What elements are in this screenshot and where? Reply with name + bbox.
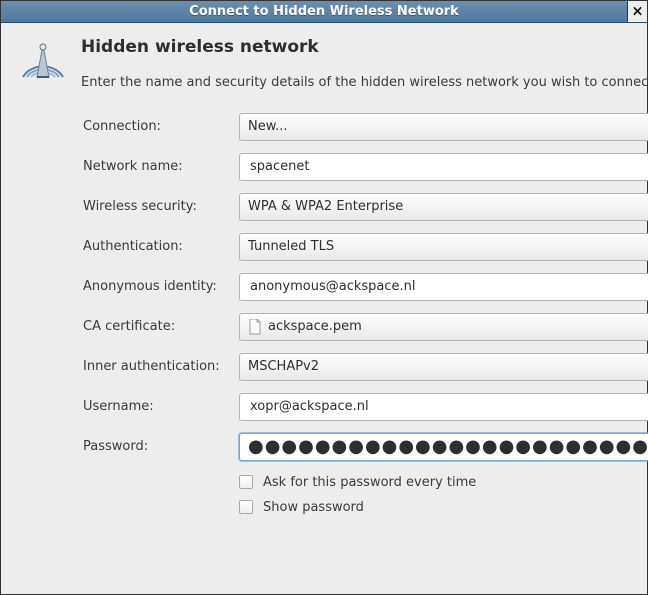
main-column: Hidden wireless network Enter the name a… [81, 37, 648, 580]
inner-auth-value: MSCHAPv2 [248, 359, 319, 374]
window-title: Connect to Hidden Wireless Network [189, 4, 459, 19]
security-combo[interactable]: WPA & WPA2 Enterprise ▾ [239, 193, 648, 221]
anon-identity-input[interactable] [239, 273, 648, 301]
inner-auth-label: Inner authentication: [81, 359, 231, 374]
show-password-label: Show password [263, 500, 364, 515]
network-name-label: Network name: [81, 159, 231, 174]
dialog-window: Connect to Hidden Wireless Network ✕ Hid… [0, 0, 648, 595]
show-password-check[interactable]: Show password [239, 500, 648, 515]
form-grid: Connection: New... ▾ Network name: Wirel… [81, 113, 648, 515]
checkbox-icon [239, 500, 253, 514]
network-name-input[interactable] [239, 153, 648, 181]
authentication-combo[interactable]: Tunneled TLS ▾ [239, 233, 648, 261]
dialog-content: Hidden wireless network Enter the name a… [1, 23, 647, 594]
file-icon [248, 319, 262, 335]
icon-column [19, 37, 67, 580]
anon-identity-label: Anonymous identity: [81, 279, 231, 294]
ask-every-time-label: Ask for this password every time [263, 475, 476, 490]
security-label: Wireless security: [81, 199, 231, 214]
connection-value: New... [248, 119, 288, 134]
ca-cert-label: CA certificate: [81, 319, 231, 334]
password-input[interactable]: ●●●●●●●●●●●●●●●●●●●●●●●●●●●●●●●●●●●●●● [239, 433, 648, 461]
button-row: Cancel Connect [81, 534, 648, 580]
connection-combo[interactable]: New... ▾ [239, 113, 648, 141]
username-label: Username: [81, 399, 231, 414]
password-label: Password: [81, 439, 231, 454]
titlebar: Connect to Hidden Wireless Network ✕ [1, 1, 647, 23]
anon-identity-field[interactable] [248, 274, 648, 300]
close-icon: ✕ [632, 4, 644, 20]
password-field[interactable]: ●●●●●●●●●●●●●●●●●●●●●●●●●●●●●●●●●●●●●● [248, 438, 648, 456]
inner-auth-combo[interactable]: MSCHAPv2 ▾ [239, 353, 648, 381]
checkbox-icon [239, 475, 253, 489]
ask-every-time-check[interactable]: Ask for this password every time [239, 475, 648, 490]
authentication-label: Authentication: [81, 239, 231, 254]
network-name-field[interactable] [248, 154, 648, 180]
dialog-description: Enter the name and security details of t… [81, 73, 648, 93]
ca-cert-filename: ackspace.pem [268, 319, 648, 334]
ca-cert-chooser[interactable]: ackspace.pem [239, 313, 648, 341]
close-button[interactable]: ✕ [627, 1, 647, 22]
wireless-network-icon [19, 37, 67, 85]
security-value: WPA & WPA2 Enterprise [248, 199, 403, 214]
checkbox-group: Ask for this password every time Show pa… [239, 475, 648, 515]
username-field[interactable] [248, 394, 648, 420]
username-input[interactable] [239, 393, 648, 421]
connection-label: Connection: [81, 119, 231, 134]
authentication-value: Tunneled TLS [248, 239, 334, 254]
dialog-heading: Hidden wireless network [81, 37, 648, 57]
